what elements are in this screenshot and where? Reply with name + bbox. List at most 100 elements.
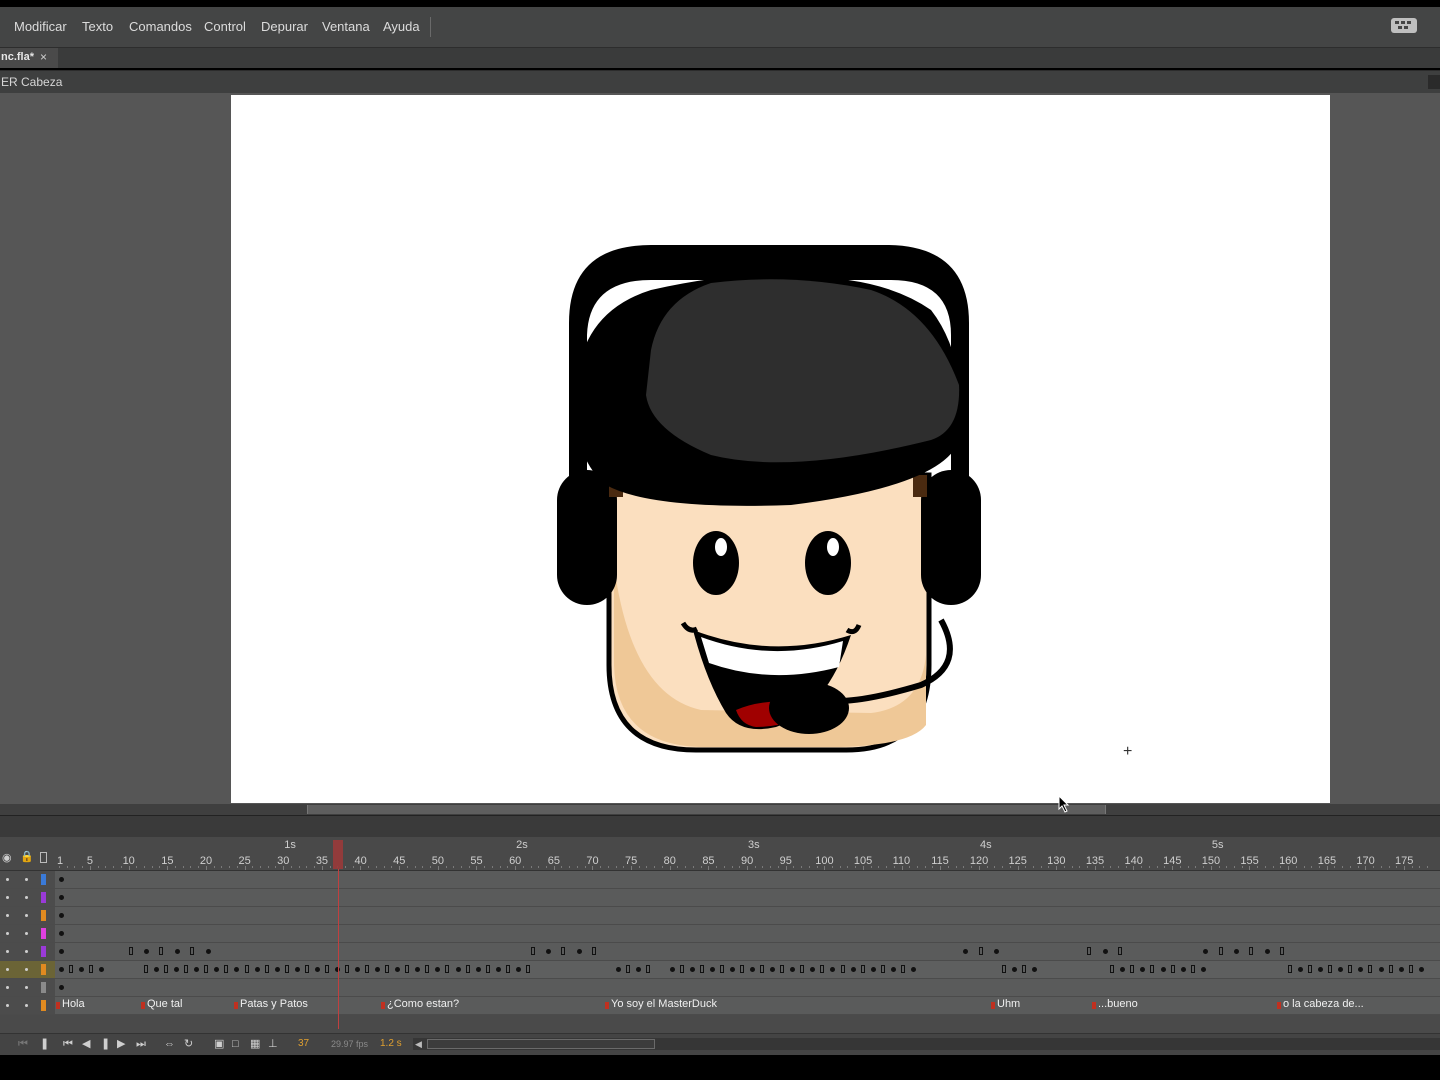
- layer-controls[interactable]: [0, 943, 55, 960]
- layer-lock-toggle[interactable]: [25, 950, 28, 953]
- workspace-switcher-button[interactable]: [1391, 18, 1417, 33]
- layer-lock-toggle[interactable]: [25, 932, 28, 935]
- layer-lock-toggle[interactable]: [25, 968, 28, 971]
- keyframe[interactable]: [1201, 967, 1206, 972]
- keyframe[interactable]: [194, 967, 199, 972]
- keyframe[interactable]: [275, 967, 280, 972]
- keyframe[interactable]: [159, 947, 163, 955]
- keyframe[interactable]: [891, 967, 896, 972]
- keyframe[interactable]: [1203, 949, 1208, 954]
- keyframe[interactable]: [1130, 965, 1134, 973]
- keyframe[interactable]: [526, 965, 530, 973]
- keyframe[interactable]: [790, 967, 795, 972]
- keyframe[interactable]: [144, 965, 148, 973]
- menu-ventana[interactable]: Ventana: [322, 19, 370, 34]
- layer-outline-color-swatch[interactable]: [41, 982, 46, 993]
- step-forward-icon[interactable]: ▶: [117, 1039, 125, 1050]
- layer-visibility-toggle[interactable]: [6, 878, 9, 881]
- layer-outline-color-swatch[interactable]: [41, 1000, 46, 1011]
- keyframe[interactable]: [234, 967, 239, 972]
- keyframe[interactable]: [1118, 947, 1122, 955]
- keyframe[interactable]: [1419, 967, 1424, 972]
- keyframe[interactable]: [1358, 967, 1363, 972]
- keyframe[interactable]: [881, 965, 885, 973]
- keyframe[interactable]: [265, 965, 269, 973]
- keyframe[interactable]: [830, 967, 835, 972]
- keyframe[interactable]: [1161, 967, 1166, 972]
- frame-label[interactable]: Yo soy el MasterDuck: [611, 998, 717, 1010]
- keyframe[interactable]: [851, 967, 856, 972]
- layer-visibility-toggle[interactable]: [6, 914, 9, 917]
- keyframe[interactable]: [1348, 965, 1352, 973]
- keyframe[interactable]: [245, 965, 249, 973]
- keyframe[interactable]: [963, 949, 968, 954]
- keyframe[interactable]: [1338, 967, 1343, 972]
- character-head-illustration[interactable]: [231, 95, 1330, 803]
- frame-label[interactable]: Patas y Patos: [240, 998, 308, 1010]
- frame-label[interactable]: Uhm: [997, 998, 1020, 1010]
- keyframe[interactable]: [1280, 947, 1284, 955]
- layer-lock-toggle[interactable]: [25, 1004, 28, 1007]
- pause-icon[interactable]: ❚: [101, 1039, 110, 1050]
- keyframe[interactable]: [476, 967, 481, 972]
- keyframe[interactable]: [700, 965, 704, 973]
- layer-controls[interactable]: [0, 889, 55, 906]
- edit-multiple-frames-icon[interactable]: ▦: [250, 1039, 260, 1050]
- layer-outline-color-swatch[interactable]: [41, 964, 46, 975]
- keyframe[interactable]: [636, 967, 641, 972]
- keyframe[interactable]: [59, 895, 64, 900]
- layer-row[interactable]: [0, 871, 1440, 889]
- keyframe[interactable]: [592, 947, 596, 955]
- keyframe[interactable]: [979, 947, 983, 955]
- keyframe[interactable]: [626, 965, 630, 973]
- keyframe[interactable]: [365, 965, 369, 973]
- keyframe[interactable]: [1191, 965, 1195, 973]
- layer-row[interactable]: [0, 961, 1440, 979]
- layer-outline-color-swatch[interactable]: [41, 946, 46, 957]
- keyframe[interactable]: [164, 965, 168, 973]
- keyframe[interactable]: [1087, 947, 1091, 955]
- keyframe[interactable]: [190, 947, 194, 955]
- keyframe[interactable]: [1318, 967, 1323, 972]
- keyframe[interactable]: [154, 967, 159, 972]
- keyframe[interactable]: [224, 965, 228, 973]
- layer-row[interactable]: [0, 907, 1440, 925]
- keyframe[interactable]: [1022, 965, 1026, 973]
- layer-outline-color-swatch[interactable]: [41, 910, 46, 921]
- close-icon[interactable]: ×: [40, 50, 47, 64]
- keyframe[interactable]: [546, 949, 551, 954]
- keyframe[interactable]: [1249, 947, 1253, 955]
- keyframe[interactable]: [531, 947, 535, 955]
- menu-ayuda[interactable]: Ayuda: [383, 19, 420, 34]
- keyframe[interactable]: [561, 947, 565, 955]
- pause-loop-icon[interactable]: ❚: [40, 1039, 49, 1050]
- layer-lock-toggle[interactable]: [25, 896, 28, 899]
- keyframe[interactable]: [89, 965, 93, 973]
- layer-lock-toggle[interactable]: [25, 914, 28, 917]
- keyframe[interactable]: [1150, 965, 1154, 973]
- go-to-last-frame-icon[interactable]: ⏭: [136, 1039, 146, 1050]
- keyframe[interactable]: [1399, 967, 1404, 972]
- frame-label[interactable]: ...bueno: [1098, 998, 1138, 1010]
- lock-icon[interactable]: 🔒: [20, 850, 34, 863]
- keyframe[interactable]: [810, 967, 815, 972]
- keyframe[interactable]: [1171, 965, 1175, 973]
- keyframe[interactable]: [680, 965, 684, 973]
- menu-modificar[interactable]: Modificar: [14, 19, 67, 34]
- layer-lock-toggle[interactable]: [25, 986, 28, 989]
- frame-rate-readout[interactable]: 29.97 fps: [331, 1039, 368, 1049]
- keyframe[interactable]: [305, 965, 309, 973]
- keyframe[interactable]: [1308, 965, 1312, 973]
- keyframe[interactable]: [1032, 967, 1037, 972]
- keyframe[interactable]: [59, 931, 64, 936]
- keyframe[interactable]: [59, 985, 64, 990]
- panel-divider[interactable]: [0, 815, 1440, 838]
- keyframe[interactable]: [506, 965, 510, 973]
- menu-control[interactable]: Control: [204, 19, 246, 34]
- layer-controls[interactable]: [0, 907, 55, 924]
- keyframe[interactable]: [315, 967, 320, 972]
- layer-controls[interactable]: [0, 871, 55, 888]
- keyframe[interactable]: [1389, 965, 1393, 973]
- keyframe[interactable]: [184, 965, 188, 973]
- go-to-first-frame-icon[interactable]: ⏮: [63, 1039, 73, 1050]
